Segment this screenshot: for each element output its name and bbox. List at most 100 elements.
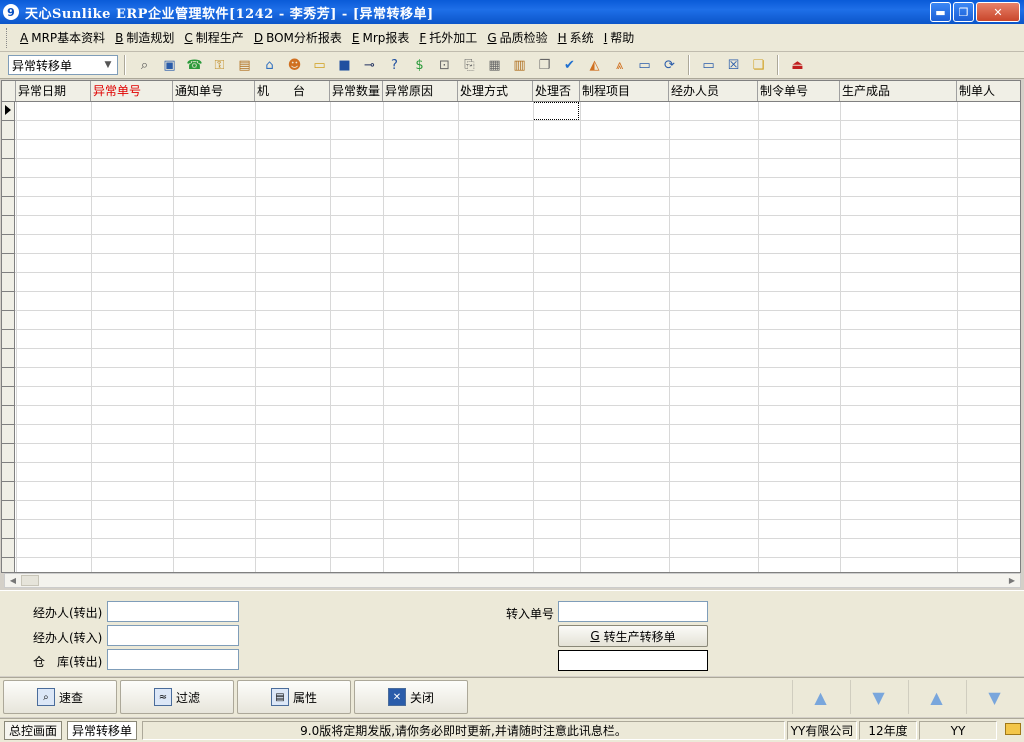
minimize-button[interactable]: ▬ <box>930 2 951 22</box>
close-window-button[interactable]: ✕ <box>976 2 1020 22</box>
menu-mrp-reports[interactable]: E Mrp报表 <box>347 29 415 46</box>
grid-row-line <box>2 348 1020 349</box>
exit-icon[interactable]: ⏏ <box>787 55 808 76</box>
form-selector-combo[interactable]: 异常转移单 ▼ <box>8 55 118 75</box>
menu-planning[interactable]: B 制造规划 <box>110 29 179 46</box>
transfer-no-label: 转入单号 <box>506 607 555 621</box>
warehouse-out-label: 仓 库(转出) <box>33 655 103 669</box>
nav-first-button[interactable]: ▲ <box>792 680 848 714</box>
col-header-creator[interactable]: 制单人 <box>957 81 1020 101</box>
find-icon[interactable]: ⌕ <box>134 55 155 76</box>
scroll-left-icon[interactable]: ◀ <box>7 575 19 586</box>
menu-quality[interactable]: G 品质检验 <box>482 29 552 46</box>
menu-mrp-basic[interactable]: A MRP基本资料 <box>15 29 110 46</box>
close-form-button[interactable]: ✕ 关闭 <box>354 680 468 714</box>
scrollbar-thumb[interactable] <box>21 575 39 586</box>
row-header-line <box>2 158 15 159</box>
monitor-icon[interactable]: ▭ <box>634 55 655 76</box>
cascade-icon[interactable]: ❏ <box>748 55 769 76</box>
grid-column-line <box>330 102 331 572</box>
properties-button[interactable]: ▤ 属性 <box>237 680 351 714</box>
col-header-date[interactable]: 异常日期 <box>16 81 91 101</box>
col-header-finished-product[interactable]: 生产成品 <box>840 81 957 101</box>
extra-input[interactable] <box>558 650 708 671</box>
menu-outsourcing[interactable]: F 托外加工 <box>414 29 482 46</box>
grid-column-line <box>533 102 534 572</box>
col-header-machine[interactable]: 机 台 <box>255 81 330 101</box>
row-header-line <box>2 310 15 311</box>
mail-icon[interactable] <box>1005 723 1021 735</box>
nav-next-button[interactable]: ▼ <box>850 680 906 714</box>
warehouse-out-input[interactable] <box>107 649 239 670</box>
pin-icon[interactable]: ⊸ <box>359 55 380 76</box>
restore-button[interactable]: ❐ <box>953 2 974 22</box>
menu-help[interactable]: I 帮助 <box>599 29 640 46</box>
phone-icon[interactable]: ☎ <box>184 55 205 76</box>
grid-row-line <box>2 405 1020 406</box>
row-header-line <box>2 139 15 140</box>
horizontal-scrollbar[interactable]: ◀ ▶ <box>4 573 1021 588</box>
copy-icon[interactable]: ❐ <box>534 55 555 76</box>
close-window-icon[interactable]: ☒ <box>723 55 744 76</box>
grid-row-line <box>2 177 1020 178</box>
nav-prev-button[interactable]: ▲ <box>908 680 964 714</box>
handler-out-input[interactable] <box>107 601 239 622</box>
menu-system[interactable]: H 系统 <box>553 29 599 46</box>
grid-column-line <box>255 102 256 572</box>
bell-icon[interactable]: ◭ <box>584 55 605 76</box>
col-header-mo-no[interactable]: 制令单号 <box>758 81 840 101</box>
col-header-exception-no[interactable]: 异常单号 <box>91 81 173 101</box>
lock-icon[interactable]: ⚿ <box>209 55 230 76</box>
row-header-column[interactable] <box>2 102 15 572</box>
status-message: 9.0版将定期发版,请你务必即时更新,并请随时注意此讯息栏。 <box>142 721 785 740</box>
row-header-line <box>2 120 15 121</box>
row-header-line <box>2 386 15 387</box>
col-header-exception-qty[interactable]: 异常数量 <box>330 81 383 101</box>
cabinet-icon[interactable]: ▥ <box>509 55 530 76</box>
col-header-handled[interactable]: 处理否 <box>533 81 580 101</box>
money-icon[interactable]: $ <box>409 55 430 76</box>
hierarchy-icon[interactable]: ⩓ <box>609 55 630 76</box>
nav-last-button[interactable]: ▼ <box>966 680 1022 714</box>
folder-icon[interactable]: ▭ <box>309 55 330 76</box>
scroll-right-icon[interactable]: ▶ <box>1006 575 1018 586</box>
window-icon[interactable]: ▭ <box>698 55 719 76</box>
home-icon[interactable]: ⌂ <box>259 55 280 76</box>
quick-search-button[interactable]: ⌕ 速查 <box>3 680 117 714</box>
convert-transfer-button[interactable]: G 转生产转移单 <box>558 625 708 647</box>
magnifier-icon: ⌕ <box>36 688 55 706</box>
calculator-icon[interactable]: ▦ <box>484 55 505 76</box>
data-grid[interactable]: 异常日期 异常单号 通知单号 机 台 异常数量 异常原因 处理方式 处理否 制程… <box>1 80 1021 573</box>
row-header-line <box>2 443 15 444</box>
filter-button[interactable]: ≈ 过滤 <box>120 680 234 714</box>
handler-in-input[interactable] <box>107 625 239 646</box>
menu-grip[interactable] <box>6 27 9 48</box>
bookmark-icon[interactable]: ■ <box>334 55 355 76</box>
document-icon[interactable]: ⎘ <box>459 55 480 76</box>
col-header-handling-method[interactable]: 处理方式 <box>458 81 533 101</box>
status-user: YY <box>919 721 997 740</box>
tab-current-form[interactable]: 异常转移单 <box>67 721 138 740</box>
status-year: 12年度 <box>859 721 917 740</box>
menu-production[interactable]: C 制程生产 <box>179 29 248 46</box>
help-icon[interactable]: ? <box>384 55 405 76</box>
cart-icon[interactable]: ⊡ <box>434 55 455 76</box>
row-header-line <box>2 196 15 197</box>
tab-home[interactable]: 总控画面 <box>4 721 63 740</box>
col-header-notice-no[interactable]: 通知单号 <box>173 81 255 101</box>
check-icon[interactable]: ✔ <box>559 55 580 76</box>
col-header-exception-reason[interactable]: 异常原因 <box>383 81 458 101</box>
transfer-no-input[interactable] <box>558 601 708 622</box>
refresh-icon[interactable]: ⟳ <box>659 55 680 76</box>
app-logo-icon: 9 <box>3 4 19 20</box>
grid-row-line <box>2 367 1020 368</box>
col-header-handler[interactable]: 经办人员 <box>669 81 758 101</box>
row-header-line <box>2 177 15 178</box>
users-icon[interactable]: ☻ <box>284 55 305 76</box>
menu-bom-reports[interactable]: D BOM分析报表 <box>249 29 347 46</box>
focused-cell[interactable] <box>533 102 579 120</box>
chevron-down-icon[interactable]: ▼ <box>101 58 115 72</box>
col-header-process-item[interactable]: 制程项目 <box>580 81 669 101</box>
briefcase-icon[interactable]: ▤ <box>234 55 255 76</box>
computer-icon[interactable]: ▣ <box>159 55 180 76</box>
